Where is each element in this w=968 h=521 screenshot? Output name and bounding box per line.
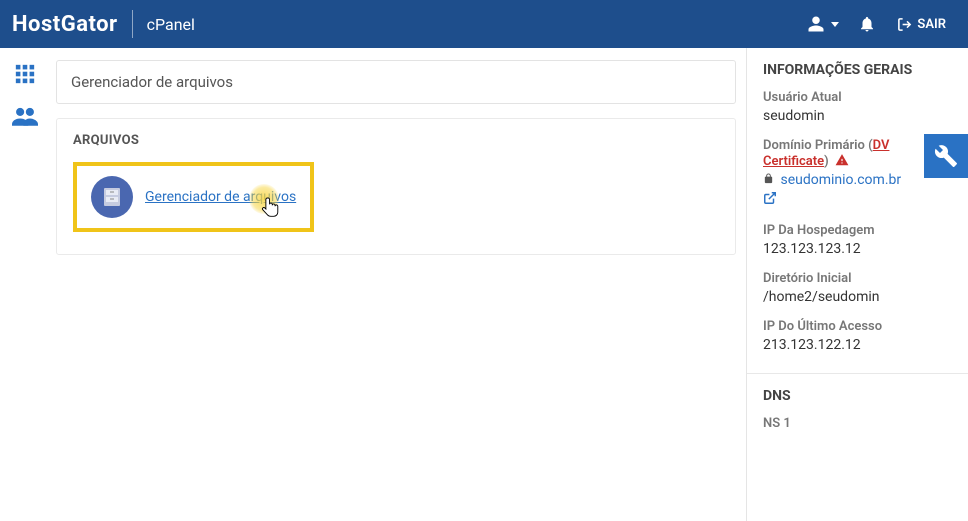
tools-tab[interactable] <box>924 134 968 178</box>
warning-icon <box>835 153 849 169</box>
user-value: seudomin <box>763 108 952 124</box>
grid-icon <box>14 63 36 85</box>
logout-icon <box>897 17 912 32</box>
bell-icon <box>858 15 876 33</box>
files-panel: ARQUIVOS Gerenciador de arquivos <box>56 118 736 255</box>
user-menu[interactable] <box>799 0 847 48</box>
general-heading: INFORMAÇÕES GERAIS <box>763 62 952 78</box>
lastip-label: IP Do Último Acesso <box>763 319 952 334</box>
header-bar: HostGator cPanel SAIR <box>0 0 968 48</box>
logo-divider <box>132 10 133 38</box>
dns-section: DNS NS 1 <box>747 374 968 440</box>
info-sidebar: INFORMAÇÕES GERAIS Usuário Atual seudomi… <box>746 48 968 521</box>
lock-icon <box>763 172 777 188</box>
panel-title: ARQUIVOS <box>73 133 719 148</box>
wrench-icon <box>934 144 958 168</box>
main-content: Gerenciador de arquivos ARQUIVOS Gerenci… <box>50 48 746 521</box>
ip-label: IP Da Hospedagem <box>763 223 952 238</box>
ns1-label: NS 1 <box>763 416 952 431</box>
file-manager-icon-bg <box>91 176 133 218</box>
home-value: /home2/seudomin <box>763 289 952 305</box>
domain-link[interactable]: seudominio.com.br <box>780 172 901 188</box>
nav-users[interactable] <box>9 104 41 128</box>
search-input[interactable]: Gerenciador de arquivos <box>56 60 736 104</box>
lastip-value: 213.123.122.12 <box>763 337 952 353</box>
users-icon <box>12 106 38 126</box>
external-link-icon[interactable] <box>763 191 777 209</box>
dns-heading: DNS <box>763 388 952 404</box>
brand-logo: HostGator <box>12 12 118 37</box>
nav-apps[interactable] <box>9 62 41 86</box>
home-label: Diretório Inicial <box>763 271 952 286</box>
file-manager-item[interactable]: Gerenciador de arquivos <box>73 162 314 232</box>
user-icon <box>807 15 825 33</box>
file-cabinet-icon <box>100 185 124 209</box>
general-section: INFORMAÇÕES GERAIS Usuário Atual seudomi… <box>747 48 968 374</box>
left-nav <box>0 48 50 521</box>
logout-label: SAIR <box>917 17 946 32</box>
caret-down-icon <box>831 22 839 27</box>
product-name: cPanel <box>147 15 195 34</box>
logout-button[interactable]: SAIR <box>887 0 956 48</box>
ip-value: 123.123.123.12 <box>763 241 952 257</box>
notifications-button[interactable] <box>847 0 887 48</box>
user-label: Usuário Atual <box>763 90 952 105</box>
search-text: Gerenciador de arquivos <box>71 73 233 91</box>
file-manager-link: Gerenciador de arquivos <box>145 189 296 205</box>
